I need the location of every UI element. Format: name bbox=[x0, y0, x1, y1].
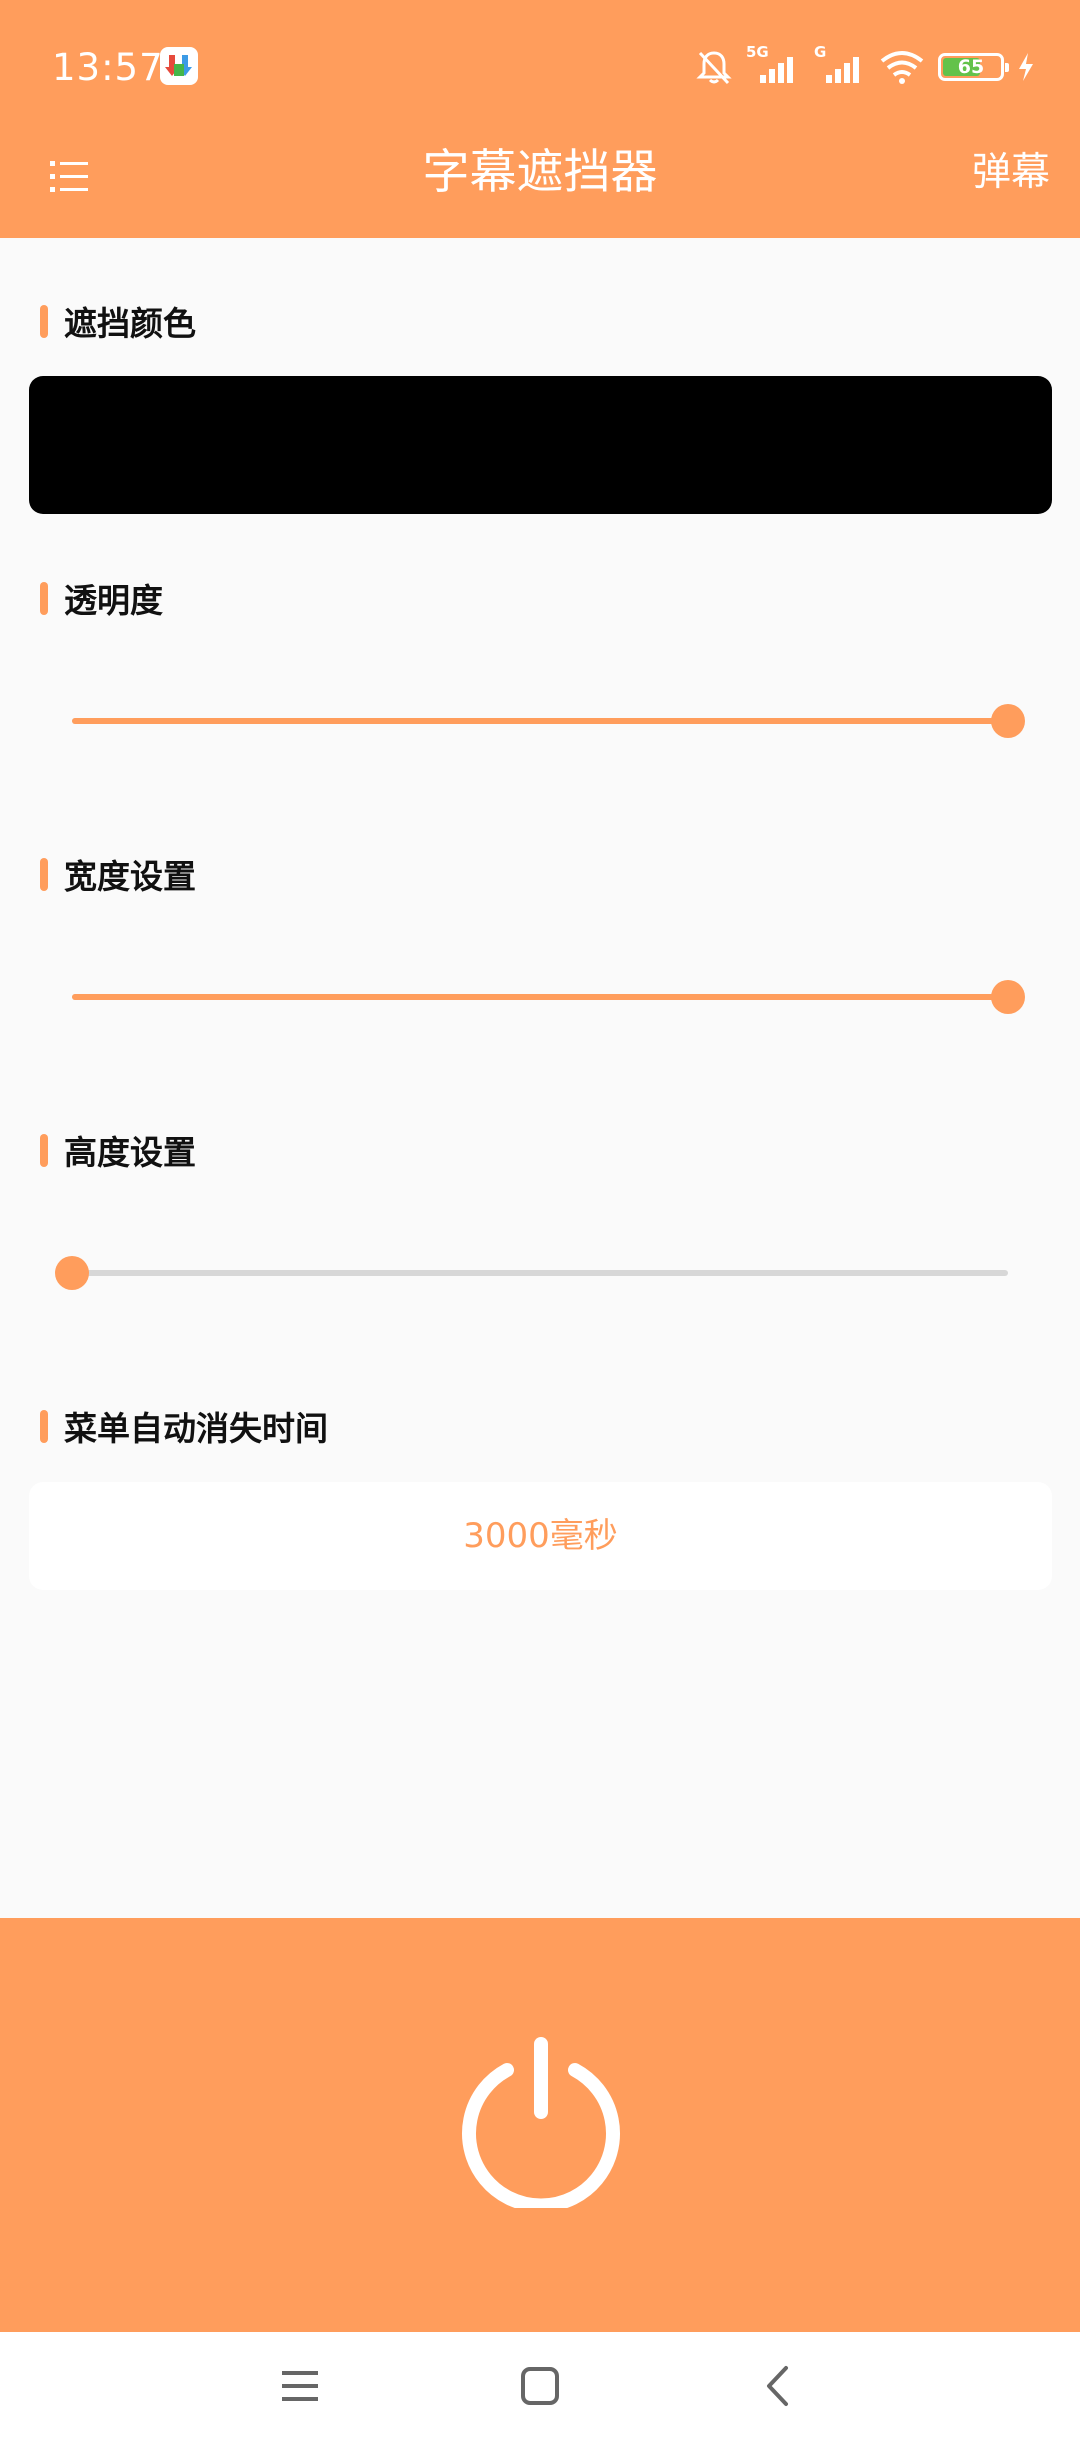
color-picker-box[interactable] bbox=[29, 376, 1052, 514]
slider-fill bbox=[72, 718, 1008, 724]
status-bar: 13:57 5G G 65 bbox=[0, 0, 1080, 138]
page-title: 字幕遮挡器 bbox=[422, 145, 658, 200]
section-height: 高度设置 bbox=[40, 1130, 196, 1172]
power-icon[interactable] bbox=[452, 2030, 630, 2208]
bell-off-icon bbox=[696, 51, 732, 85]
section-menu-timeout: 菜单自动消失时间 bbox=[40, 1406, 328, 1448]
slider-fill bbox=[72, 994, 1008, 1000]
width-slider[interactable] bbox=[72, 977, 1025, 1017]
section-opacity: 透明度 bbox=[40, 578, 163, 620]
height-slider[interactable] bbox=[55, 1253, 1008, 1293]
top-header: 13:57 5G G 65 字幕遮挡器 弹幕 bbox=[0, 0, 1080, 238]
section-width: 宽度设置 bbox=[40, 854, 196, 896]
section-width-label: 宽度设置 bbox=[64, 857, 196, 896]
menu-timeout-selector[interactable]: 3000毫秒 bbox=[29, 1482, 1052, 1590]
app-notification-icon bbox=[160, 47, 198, 85]
charging-icon bbox=[1019, 53, 1033, 81]
app-bar: 字幕遮挡器 弹幕 bbox=[0, 138, 1080, 238]
section-menu-timeout-label: 菜单自动消失时间 bbox=[64, 1409, 328, 1448]
battery-tip bbox=[1005, 63, 1009, 72]
signal-5g-icon: 5G bbox=[746, 43, 800, 87]
section-marker bbox=[40, 1133, 48, 1167]
section-color: 遮挡颜色 bbox=[40, 301, 196, 343]
section-marker bbox=[40, 581, 48, 615]
section-marker bbox=[40, 1409, 48, 1443]
status-icons: 5G G 65 bbox=[694, 43, 1036, 88]
danmu-button[interactable]: 弹幕 bbox=[972, 138, 1050, 208]
recent-apps-icon[interactable] bbox=[276, 2362, 324, 2410]
battery-level: 65 bbox=[957, 56, 985, 78]
section-marker bbox=[40, 857, 48, 891]
slider-thumb[interactable] bbox=[991, 704, 1025, 738]
battery-icon: 65 bbox=[938, 53, 1009, 81]
system-nav-bar bbox=[0, 2332, 1080, 2460]
power-panel bbox=[0, 1918, 1080, 2332]
opacity-slider[interactable] bbox=[72, 701, 1025, 741]
back-icon[interactable] bbox=[756, 2362, 804, 2410]
slider-track bbox=[72, 1270, 1008, 1276]
status-time: 13:57 bbox=[52, 46, 164, 89]
slider-thumb[interactable] bbox=[991, 980, 1025, 1014]
section-opacity-label: 透明度 bbox=[64, 581, 163, 620]
section-marker bbox=[40, 304, 48, 338]
section-color-label: 遮挡颜色 bbox=[64, 304, 196, 343]
slider-thumb[interactable] bbox=[55, 1256, 89, 1290]
home-icon[interactable] bbox=[516, 2362, 564, 2410]
wifi-icon bbox=[880, 51, 924, 84]
signal-g-icon: G bbox=[812, 43, 866, 87]
section-height-label: 高度设置 bbox=[64, 1133, 196, 1172]
